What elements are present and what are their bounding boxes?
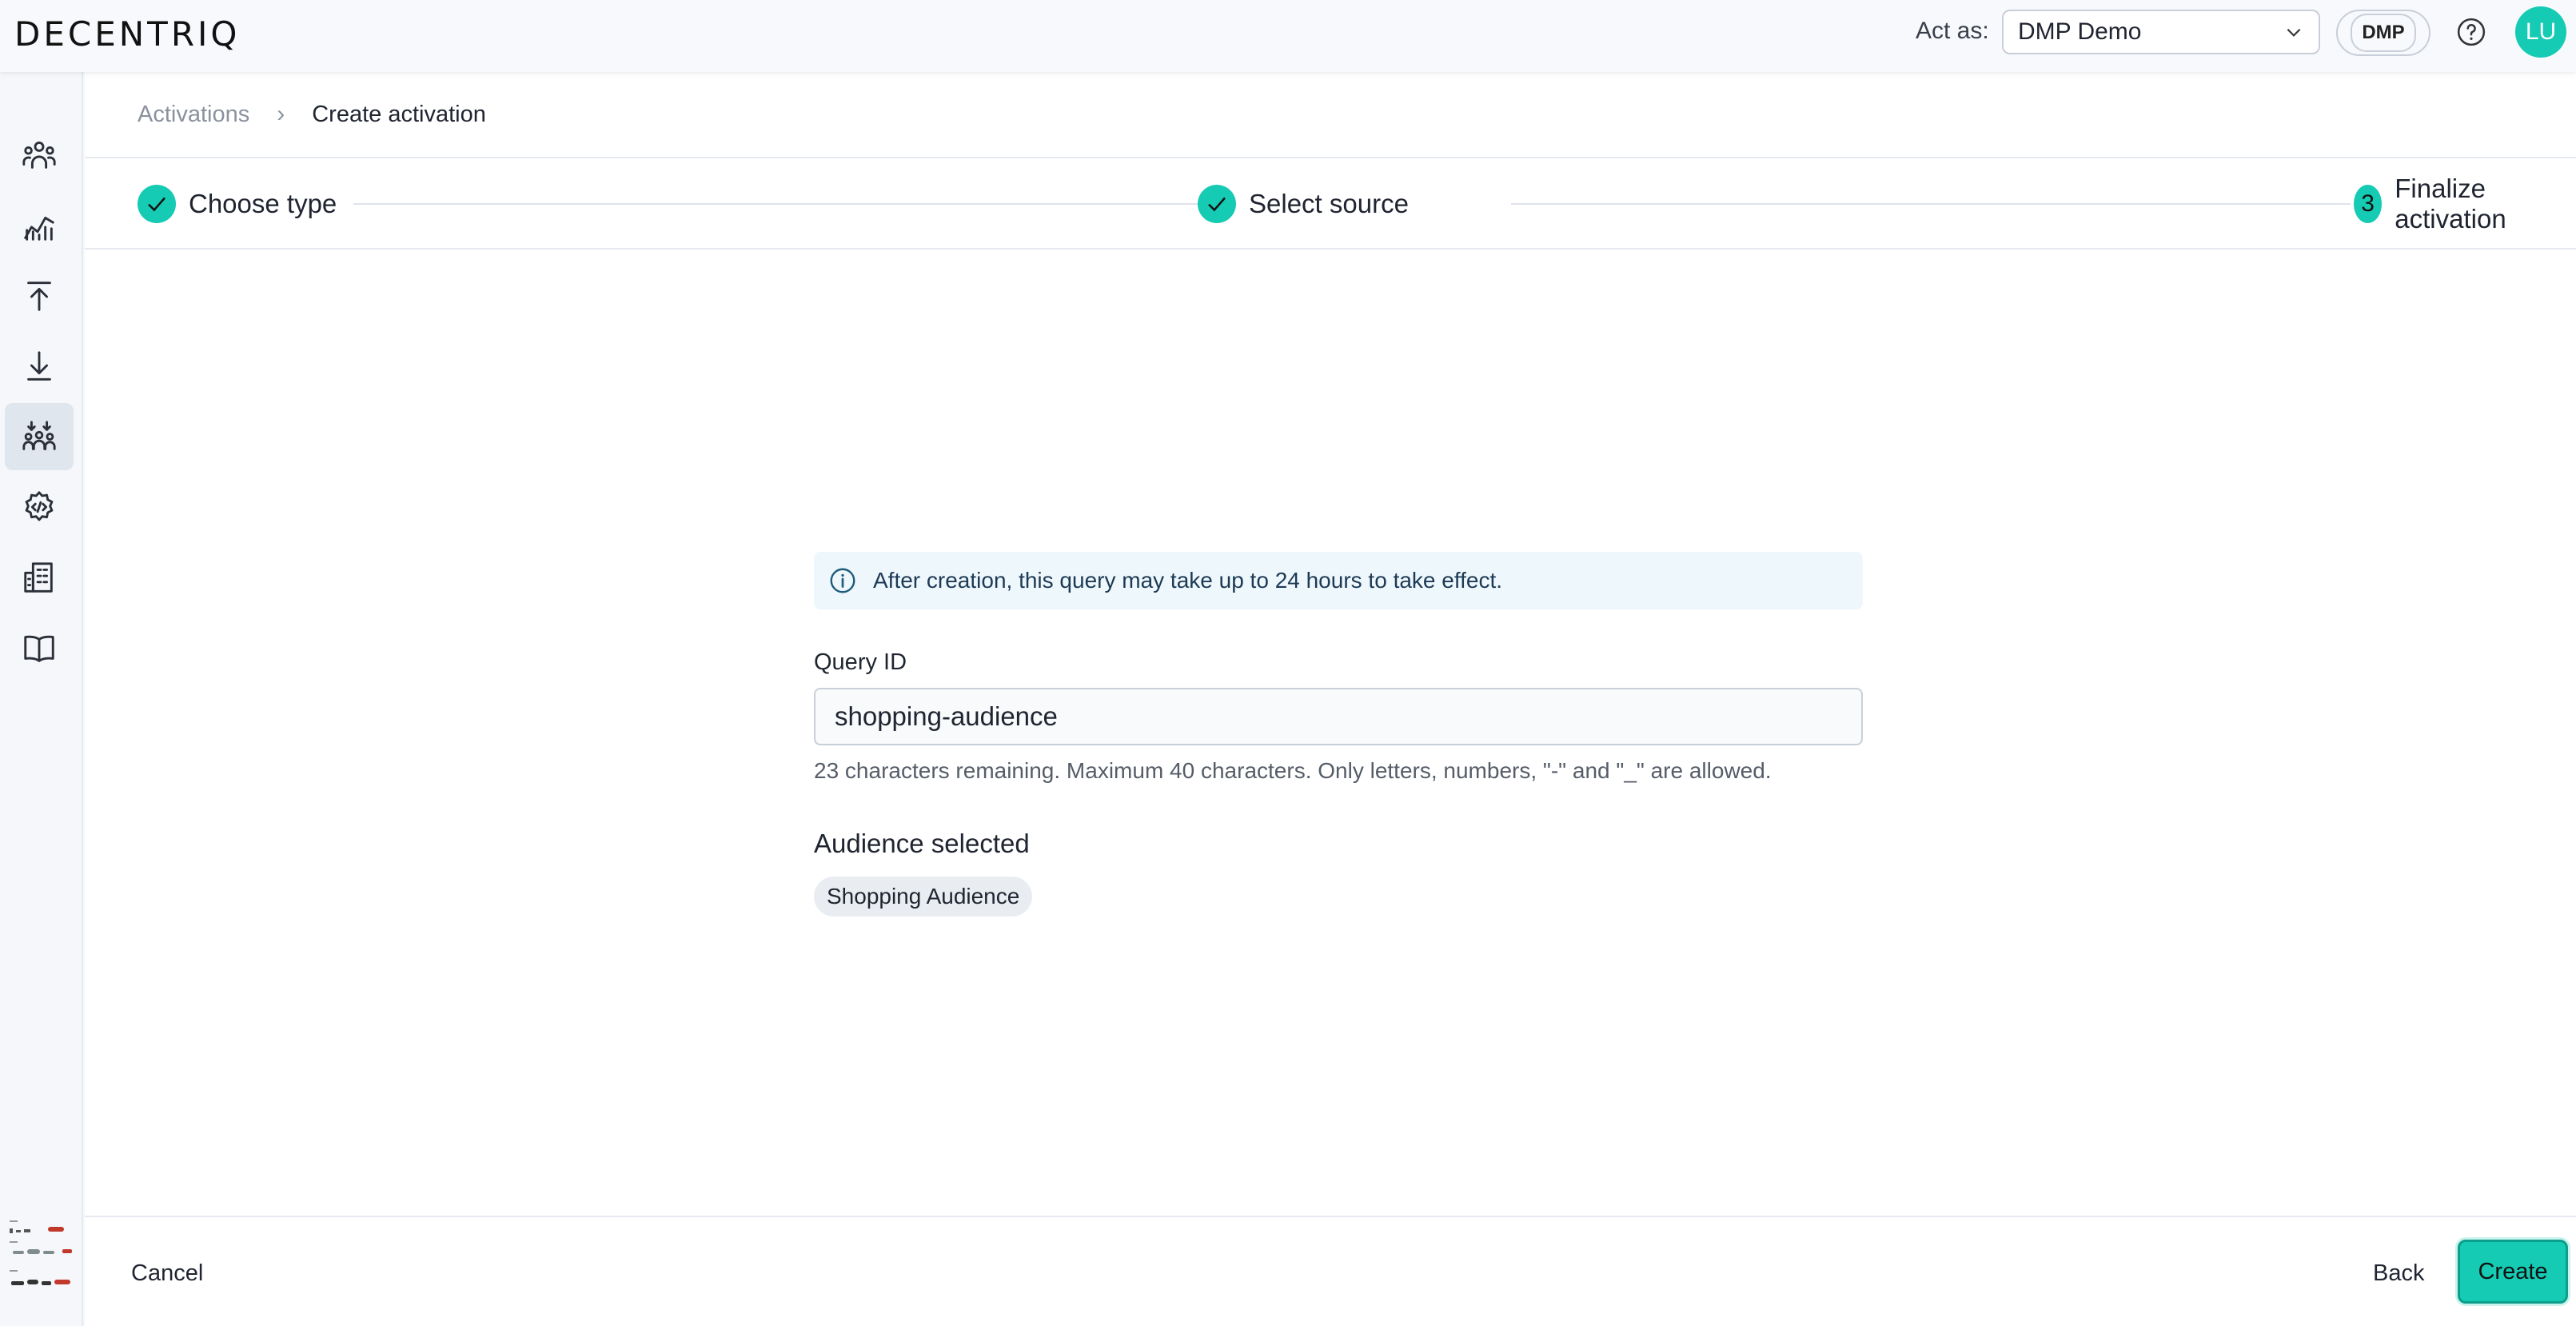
upload-icon: [27, 282, 51, 311]
sidebar-item-settings-code[interactable]: [5, 473, 74, 541]
breadcrumb-chevron-icon: ›: [277, 101, 285, 127]
sidebar: [0, 72, 83, 1326]
act-as-value: DMP Demo: [2018, 18, 2142, 45]
step-label: Choose type: [189, 189, 337, 218]
sidebar-item-people[interactable]: [5, 122, 74, 189]
download-icon: [27, 351, 51, 381]
sidebar-item-analytics[interactable]: [5, 192, 74, 259]
logo[interactable]: DECENTRIQ: [14, 14, 240, 54]
sidebar-item-download[interactable]: [5, 333, 74, 400]
step-number: 3: [2354, 185, 2383, 223]
organization-icon: [24, 562, 53, 593]
step-choose-type: Choose type: [138, 184, 337, 224]
audience-chip: Shopping Audience: [814, 877, 1033, 917]
sidebar-item-audiences[interactable]: [5, 403, 74, 470]
step-done-check-icon: [1198, 185, 1236, 223]
footer-actions: Cancel Back Create: [85, 1216, 2576, 1326]
step-connector: [1511, 203, 2351, 205]
info-text: After creation, this query may take up t…: [873, 568, 1503, 593]
divider: [85, 157, 2576, 158]
top-bar: DECENTRIQ Act as: DMP Demo DMP LU: [0, 0, 2576, 72]
workspace-thumbnail-image[interactable]: [6, 1217, 74, 1291]
divider: [85, 248, 2576, 250]
sidebar-item-docs-book[interactable]: [5, 614, 74, 681]
sidebar-item-organization[interactable]: [5, 544, 74, 611]
step-connector: [353, 203, 1198, 205]
create-button[interactable]: Create: [2458, 1240, 2568, 1304]
back-button[interactable]: Back: [2370, 1252, 2427, 1294]
query-id-helper-text: 23 characters remaining. Maximum 40 char…: [814, 758, 1772, 783]
breadcrumb: Activations › Create activation: [138, 101, 486, 128]
breadcrumb-current: Create activation: [312, 101, 486, 127]
step-done-check-icon: [138, 185, 176, 223]
settings-code-icon: [25, 491, 54, 521]
step-select-source: Select source: [1198, 184, 1409, 224]
step-finalize-activation: 3 Finalize activation: [2354, 174, 2549, 234]
sidebar-item-upload[interactable]: [5, 262, 74, 330]
audiences-icon: [22, 421, 56, 450]
analytics-icon: [24, 216, 54, 241]
help-icon[interactable]: [2456, 17, 2486, 47]
expand-sidebar-button[interactable]: [19, 1320, 58, 1326]
chevron-down-icon: [2287, 28, 2301, 37]
avatar[interactable]: LU: [2515, 6, 2566, 58]
audience-selected-title: Audience selected: [814, 829, 1030, 858]
main-content: Activations › Create activation Choose t…: [85, 72, 2576, 1326]
double-chevron-right-icon: [19, 1320, 58, 1326]
docs-book-icon: [24, 635, 54, 662]
breadcrumb-activations-link[interactable]: Activations: [138, 102, 249, 128]
info-icon: [830, 568, 855, 593]
stepper: Choose type Select source 3 Finalize act…: [138, 174, 2549, 256]
app: DECENTRIQ Act as: DMP Demo DMP LU Activa…: [0, 0, 2576, 1326]
people-icon: [22, 142, 56, 169]
step-label: Finalize activation: [2395, 174, 2506, 234]
org-badge-toggle[interactable]: DMP: [2336, 10, 2430, 56]
cancel-button[interactable]: Cancel: [128, 1252, 206, 1294]
query-id-input[interactable]: [814, 688, 1863, 745]
step-label: Select source: [1249, 189, 1409, 218]
act-as-select[interactable]: DMP Demo: [2002, 10, 2320, 54]
query-id-label: Query ID: [814, 649, 907, 675]
org-badge: DMP: [2351, 14, 2416, 52]
info-alert: After creation, this query may take up t…: [814, 552, 1863, 609]
act-as-label: Act as:: [1916, 18, 1989, 44]
